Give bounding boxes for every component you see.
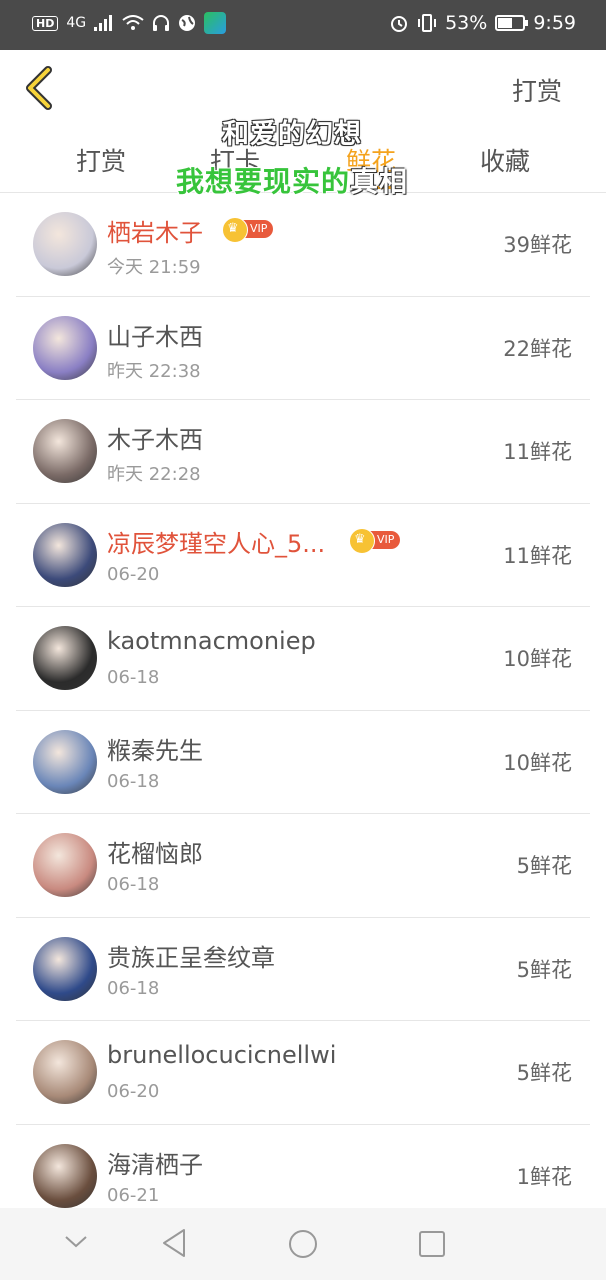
app-icon bbox=[204, 12, 227, 34]
square-recent-icon[interactable] bbox=[418, 1230, 446, 1258]
hd-icon: HD bbox=[32, 15, 59, 31]
timestamp: 06-20 bbox=[107, 1081, 160, 1102]
status-bar: HD 4G 53% 9:59 bbox=[0, 0, 606, 50]
user-name[interactable]: 花榴恼郎 bbox=[107, 834, 203, 869]
flower-count: 10鲜花 bbox=[503, 647, 572, 671]
battery-icon bbox=[495, 15, 529, 31]
list-item[interactable]: 山子木西昨天 22:38 22鲜花 bbox=[16, 297, 590, 400]
tab-reward[interactable]: 打赏 bbox=[76, 142, 126, 178]
chevron-left-icon[interactable] bbox=[22, 66, 62, 110]
flower-count: 22鲜花 bbox=[503, 336, 572, 361]
timestamp: 06-18 bbox=[107, 977, 160, 999]
list-item[interactable]: 糇秦先生 06-18 10鲜花 bbox=[16, 711, 590, 814]
user-name[interactable]: kaotmnacmoniep bbox=[107, 627, 316, 655]
lyric-line-1: 和爱的幻想 bbox=[222, 119, 362, 150]
vip-label: VIP bbox=[250, 222, 268, 235]
crown-icon bbox=[222, 217, 248, 243]
triangle-back-icon[interactable] bbox=[160, 1228, 188, 1258]
wifi-icon bbox=[122, 15, 144, 30]
list-item[interactable]: 贵族正呈叁纹章 06-18 5鲜花 bbox=[16, 918, 590, 1021]
vip-label: VIP bbox=[377, 532, 395, 546]
headset-icon bbox=[153, 15, 170, 31]
vip-badge: VIP bbox=[349, 527, 401, 554]
list-item[interactable]: 栖岩木子 VIP 今天 21:59 39鲜花 bbox=[16, 193, 590, 297]
user-name[interactable]: 栖岩木子 bbox=[107, 213, 203, 248]
globe-icon bbox=[179, 15, 196, 31]
flower-count: 11鲜花 bbox=[503, 543, 572, 568]
avatar[interactable] bbox=[33, 1040, 97, 1104]
user-name[interactable]: 糇秦先生 bbox=[107, 731, 203, 766]
vibrate-icon bbox=[418, 14, 437, 32]
list-item[interactable]: 木子木西昨天 22:28 11鲜花 bbox=[16, 400, 590, 504]
timestamp: 06-20 bbox=[107, 563, 160, 585]
user-name[interactable]: brunellocucicnellwi bbox=[107, 1041, 336, 1069]
avatar[interactable] bbox=[33, 833, 97, 897]
circle-home-icon[interactable] bbox=[288, 1229, 318, 1259]
flower-count: 10鲜花 bbox=[503, 750, 572, 775]
flower-count: 5鲜花 bbox=[516, 1061, 572, 1085]
flower-count: 5鲜花 bbox=[516, 957, 572, 982]
user-name[interactable]: 海清栖子 bbox=[107, 1145, 203, 1180]
crown-icon bbox=[349, 527, 375, 554]
flower-count: 11鲜花 bbox=[503, 440, 572, 464]
user-name[interactable]: 贵族正呈叁纹章 bbox=[107, 938, 275, 973]
status-right: 53% 9:59 bbox=[389, 12, 576, 34]
flower-count: 39鲜花 bbox=[503, 233, 572, 257]
alarm-icon bbox=[391, 16, 408, 32]
user-name[interactable]: 山子木西 bbox=[107, 317, 203, 352]
system-nav-bar bbox=[0, 1208, 606, 1280]
avatar[interactable] bbox=[33, 936, 97, 1001]
status-left: HD 4G bbox=[32, 12, 227, 34]
vip-badge: VIP bbox=[222, 217, 274, 243]
timestamp: 06-18 bbox=[107, 770, 160, 792]
tab-favorites[interactable]: 收藏 bbox=[480, 142, 530, 178]
flower-count: 5鲜花 bbox=[516, 854, 572, 878]
timestamp: 06-18 bbox=[107, 667, 160, 688]
clock: 9:59 bbox=[533, 12, 576, 34]
avatar[interactable] bbox=[33, 212, 97, 276]
timestamp: 昨天 22:28 bbox=[107, 464, 201, 485]
reward-button[interactable]: 打赏 bbox=[512, 72, 562, 108]
battery-percent: 53% bbox=[445, 12, 488, 34]
avatar[interactable] bbox=[33, 729, 97, 794]
avatar[interactable] bbox=[33, 419, 97, 483]
avatar[interactable] bbox=[33, 626, 97, 690]
flower-list: 栖岩木子 VIP 今天 21:59 39鲜花山子木西昨天 22:38 22鲜花木子木西昨… bbox=[16, 193, 590, 1228]
avatar[interactable] bbox=[33, 522, 97, 587]
list-item[interactable]: 凉辰梦瑾空人心_5... VIP 06-20 11鲜花 bbox=[16, 504, 590, 607]
signal-icon bbox=[94, 15, 113, 31]
timestamp: 06-21 bbox=[107, 1184, 160, 1206]
chevron-down-icon[interactable] bbox=[64, 1234, 88, 1250]
list-item[interactable]: brunellocucicnellwi 06-20 5鲜花 bbox=[16, 1021, 590, 1125]
user-name[interactable]: 木子木西 bbox=[107, 420, 203, 455]
list-item[interactable]: 花榴恼郎 06-18 5鲜花 bbox=[16, 814, 590, 918]
list-item[interactable]: kaotmnacmoniep 06-18 10鲜花 bbox=[16, 607, 590, 711]
avatar[interactable] bbox=[33, 1143, 97, 1208]
flower-count: 1鲜花 bbox=[516, 1164, 572, 1189]
timestamp: 06-18 bbox=[107, 874, 160, 895]
network-label: 4G bbox=[66, 15, 87, 31]
timestamp: 今天 21:59 bbox=[107, 257, 201, 278]
user-name[interactable]: 凉辰梦瑾空人心_5... bbox=[107, 524, 325, 559]
avatar[interactable] bbox=[33, 315, 97, 380]
timestamp: 昨天 22:38 bbox=[107, 360, 201, 382]
